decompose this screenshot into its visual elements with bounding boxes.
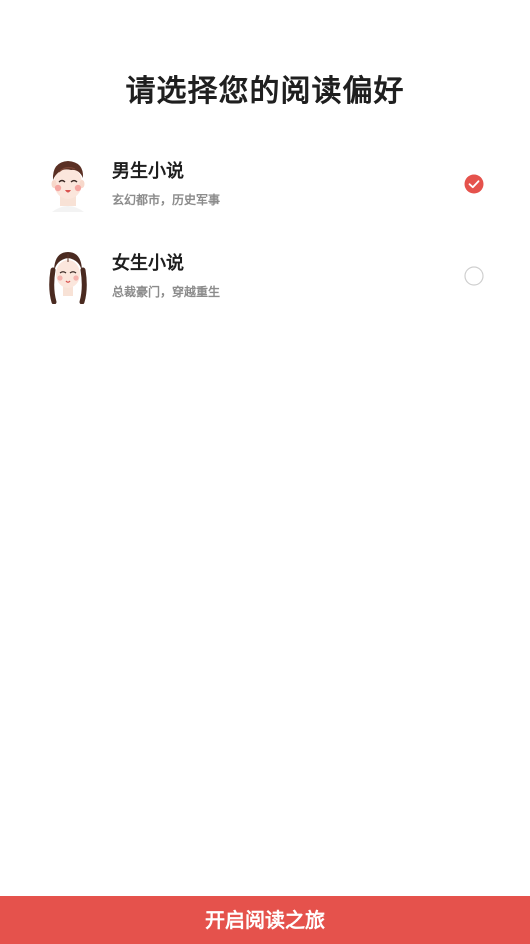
unchecked-radio-icon[interactable]: [464, 266, 484, 286]
page-title: 请选择您的阅读偏好: [125, 74, 405, 109]
option-title: 男生小说: [112, 161, 184, 182]
girl-avatar-icon: [49, 252, 87, 304]
option-title: 女生小说: [112, 253, 184, 274]
option-male-novel[interactable]: 男生小说 玄幻都市，历史军事: [0, 144, 530, 224]
option-subtitle: 总裁豪门，穿越重生: [112, 285, 221, 299]
option-subtitle: 玄幻都市，历史军事: [112, 193, 221, 207]
option-female-novel[interactable]: 女生小说 总裁豪门，穿越重生: [0, 236, 530, 316]
checked-radio-icon[interactable]: [464, 174, 484, 194]
boy-avatar-icon: [51, 161, 85, 212]
start-reading-button[interactable]: 开启阅读之旅: [0, 896, 530, 944]
